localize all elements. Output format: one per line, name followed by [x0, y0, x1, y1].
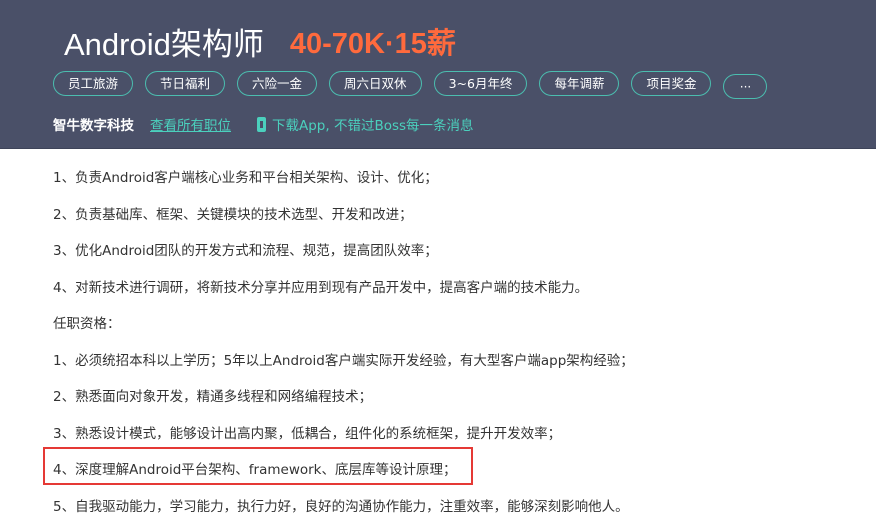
job-title: Android架构师 — [64, 26, 264, 62]
company-name[interactable]: 智牛数字科技 — [53, 114, 134, 134]
view-all-jobs-link[interactable]: 查看所有职位 — [150, 114, 231, 134]
download-app-label: 下载App, 不错过Boss每一条消息 — [272, 118, 474, 134]
description-line: 3、优化Android团队的开发方式和流程、规范，提高团队效率； — [53, 243, 438, 259]
salary: 40-70K·15薪 — [289, 28, 456, 60]
more-tags-button[interactable]: ··· — [723, 74, 768, 99]
benefit-tag: 节日福利 — [145, 71, 226, 96]
description-line: 1、负责Android客户端核心业务和平台相关架构、设计、优化； — [53, 170, 438, 186]
requirements-heading: 任职资格： — [53, 316, 121, 332]
benefit-tag: 3~6月年终 — [433, 71, 528, 96]
description-line: 5、自我驱动能力，学习能力，执行力好，良好的沟通协作能力，注重效率，能够深刻影响… — [53, 498, 629, 515]
job-header: Android架构师 40-70K·15薪 员工旅游 节日福利 六险一金 周六日… — [0, 0, 876, 149]
benefit-tag: 周六日双休 — [329, 71, 422, 96]
download-app-link[interactable]: 下载App, 不错过Boss每一条消息 — [257, 114, 474, 134]
company-row: 智牛数字科技 查看所有职位 下载App, 不错过Boss每一条消息 — [53, 113, 474, 135]
benefit-tags: 员工旅游 节日福利 六险一金 周六日双休 3~6月年终 每年调薪 项目奖金 ··… — [53, 71, 768, 99]
benefit-tag: 六险一金 — [237, 71, 318, 96]
description-line: 2、负责基础库、框架、关键模块的技术选型、开发和改进； — [53, 206, 413, 223]
benefit-tag: 员工旅游 — [53, 71, 134, 96]
benefit-tag: 项目奖金 — [631, 71, 712, 96]
title-row: Android架构师 40-70K·15薪 — [64, 18, 456, 64]
phone-icon — [257, 116, 266, 132]
benefit-tag: 每年调薪 — [539, 71, 620, 96]
highlight-annotation-box — [43, 447, 473, 485]
description-line: 2、熟悉面向对象开发，精通多线程和网络编程技术； — [53, 389, 373, 405]
description-line: 1、必须统招本科以上学历；5年以上Android客户端实际开发经验，有大型客户端… — [53, 352, 634, 369]
description-line: 4、对新技术进行调研，将新技术分享并应用到现有产品开发中，提高客户端的技术能力。 — [53, 279, 589, 296]
